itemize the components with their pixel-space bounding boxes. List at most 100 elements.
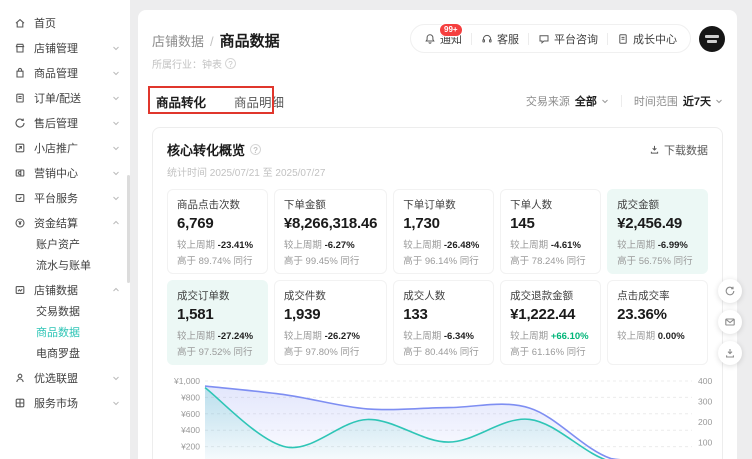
sidebar-item-label: 首页 xyxy=(34,15,120,31)
time-range-value[interactable]: 近7天 xyxy=(683,93,711,109)
sidebar-subitem-label: 商品数据 xyxy=(36,327,80,339)
trade-source-value[interactable]: 全部 xyxy=(575,93,597,109)
sidebar-item-shop-data[interactable]: 店铺数据 xyxy=(0,277,130,302)
stat-label: 商品点击次数 xyxy=(177,197,258,212)
breadcrumb-separator: / xyxy=(210,34,214,49)
stat-delta: 较上周期 -23.41% xyxy=(177,237,258,251)
sidebar-subitem-label: 电商罗盘 xyxy=(36,348,80,360)
sidebar-item-funds[interactable]: 资金结算 xyxy=(0,210,130,235)
tab-goods-conversion[interactable]: 商品转化 xyxy=(156,92,206,111)
platform-consult-button[interactable]: 平台咨询 xyxy=(529,31,607,47)
page-title: 商品数据 xyxy=(220,30,280,51)
stat-value: ¥8,266,318.46 xyxy=(284,215,377,232)
stat-card-deal-items[interactable]: 成交件数 1,939 较上周期 -26.27% 高于 97.80% 同行 xyxy=(274,280,387,365)
chevron-down-icon xyxy=(112,374,120,382)
stat-delta: 较上周期 -6.99% xyxy=(617,237,698,251)
stat-delta: 较上周期 +66.10% xyxy=(510,328,591,342)
chevron-down-icon[interactable] xyxy=(715,97,723,105)
notification-button[interactable]: 通知 99+ xyxy=(415,31,471,47)
sidebar-item-statements[interactable]: 流水与账单 xyxy=(0,256,130,277)
stat-value: 133 xyxy=(403,306,484,323)
avatar[interactable] xyxy=(699,26,725,52)
download-icon xyxy=(649,144,660,155)
sidebar-item-trade-data[interactable]: 交易数据 xyxy=(0,302,130,323)
stat-label: 点击成交率 xyxy=(617,288,698,303)
stat-delta: 较上周期 -4.61% xyxy=(510,237,591,251)
promotion-icon xyxy=(14,142,26,154)
data-icon xyxy=(14,284,26,296)
stat-card-order-count[interactable]: 下单订单数 1,730 较上周期 -26.48% 高于 96.14% 同行 xyxy=(393,189,494,274)
sidebar-item-marketing[interactable]: 营销中心 xyxy=(0,160,130,185)
growth-center-button[interactable]: 成长中心 xyxy=(608,31,686,47)
chevron-down-icon xyxy=(112,119,120,127)
info-icon[interactable] xyxy=(225,58,236,69)
stat-label: 成交退款金额 xyxy=(510,288,591,303)
tab-goods-detail[interactable]: 商品明细 xyxy=(234,92,284,111)
sidebar-item-service-market[interactable]: 服务市场 xyxy=(0,390,130,415)
sidebar-item-label: 服务市场 xyxy=(34,395,112,411)
sidebar-item-promotion[interactable]: 小店推广 xyxy=(0,135,130,160)
card-title-row: 核心转化概览 xyxy=(167,140,261,159)
chevron-down-icon xyxy=(112,169,120,177)
sidebar-item-platform-service[interactable]: 平台服务 xyxy=(0,185,130,210)
sidebar-item-label: 商品管理 xyxy=(34,65,112,81)
topbar: 通知 99+ 客服 平台咨询 成长中心 xyxy=(410,24,725,53)
card-header: 核心转化概览 下载数据 xyxy=(167,140,708,159)
sidebar-item-label: 平台服务 xyxy=(34,190,112,206)
funds-icon xyxy=(14,217,26,229)
order-icon xyxy=(14,92,26,104)
stat-card-deal-amount[interactable]: 成交金额 ¥2,456.49 较上周期 -6.99% 高于 56.75% 同行 xyxy=(607,189,708,274)
stat-card-deal-orders[interactable]: 成交订单数 1,581 较上周期 -27.24% 高于 97.52% 同行 xyxy=(167,280,268,365)
stat-peer: 高于 97.52% 同行 xyxy=(177,344,258,358)
stat-card-product-clicks[interactable]: 商品点击次数 6,769 较上周期 -23.41% 高于 89.74% 同行 xyxy=(167,189,268,274)
sidebar-item-label: 订单/配送 xyxy=(34,90,112,106)
stat-delta: 较上周期 -27.24% xyxy=(177,328,258,342)
stat-card-deal-users[interactable]: 成交人数 133 较上周期 -6.34% 高于 80.44% 同行 xyxy=(393,280,494,365)
sidebar-item-goods-manage[interactable]: 商品管理 xyxy=(0,60,130,85)
chevron-up-icon xyxy=(112,219,120,227)
stat-peer: 高于 61.16% 同行 xyxy=(510,344,591,358)
sidebar-item-aftersale[interactable]: 售后管理 xyxy=(0,110,130,135)
sidebar-item-compass[interactable]: 电商罗盘 xyxy=(0,344,130,365)
stat-card-order-amount[interactable]: 下单金额 ¥8,266,318.46 较上周期 -6.27% 高于 99.45%… xyxy=(274,189,387,274)
customer-service-label: 客服 xyxy=(497,31,519,47)
sidebar-item-shop-manage[interactable]: 店铺管理 xyxy=(0,35,130,60)
headset-icon xyxy=(481,33,493,45)
stats-grid: 商品点击次数 6,769 较上周期 -23.41% 高于 89.74% 同行 下… xyxy=(167,189,708,365)
sidebar-item-account-assets[interactable]: 账户资产 xyxy=(0,235,130,256)
export-button[interactable] xyxy=(718,341,742,365)
svg-text:¥200: ¥200 xyxy=(180,442,200,452)
svg-text:¥800: ¥800 xyxy=(180,392,200,402)
stat-value: 1,581 xyxy=(177,306,258,323)
time-range-label: 时间范围 xyxy=(634,93,678,109)
stat-delta: 较上周期 -26.27% xyxy=(284,328,377,342)
sidebar-item-orders[interactable]: 订单/配送 xyxy=(0,85,130,110)
stat-card-order-users[interactable]: 下单人数 145 较上周期 -4.61% 高于 78.24% 同行 xyxy=(500,189,601,274)
chevron-down-icon[interactable] xyxy=(601,97,609,105)
stat-label: 下单金额 xyxy=(284,197,377,212)
svg-text:400: 400 xyxy=(698,376,712,386)
refresh-button[interactable] xyxy=(718,279,742,303)
market-icon xyxy=(14,397,26,409)
download-data-button[interactable]: 下载数据 xyxy=(649,142,708,158)
sidebar-item-goods-data[interactable]: 商品数据 xyxy=(0,323,130,344)
core-conversion-card: 核心转化概览 下载数据 统计时间 2025/07/21 至 2025/07/27… xyxy=(152,127,723,459)
help-icon[interactable] xyxy=(250,144,261,155)
stat-delta: 较上周期 -26.48% xyxy=(403,237,484,251)
chevron-down-icon xyxy=(112,44,120,52)
customer-service-button[interactable]: 客服 xyxy=(472,31,528,47)
chevron-up-icon xyxy=(112,286,120,294)
sidebar-item-home[interactable]: 首页 xyxy=(0,10,130,35)
sidebar-scrollbar[interactable] xyxy=(127,175,130,283)
stat-card-refund-amount[interactable]: 成交退款金额 ¥1,222.44 较上周期 +66.10% 高于 61.16% … xyxy=(500,280,601,365)
industry-label: 所属行业：钟表 xyxy=(152,56,222,71)
line-chart[interactable]: ¥1,000¥800¥600¥400¥200¥04003002001000202… xyxy=(167,373,722,459)
bell-icon xyxy=(424,33,436,45)
sidebar-item-alliance[interactable]: 优选联盟 xyxy=(0,365,130,390)
sidebar-item-label: 营销中心 xyxy=(34,165,112,181)
stat-value: 145 xyxy=(510,215,591,232)
stat-card-click-conversion[interactable]: 点击成交率 23.36% 较上周期 0.00% xyxy=(607,280,708,365)
sidebar: 首页 店铺管理 商品管理 订单/配送 售后管理 小店推广 xyxy=(0,0,130,459)
breadcrumb-parent[interactable]: 店铺数据 xyxy=(152,31,204,50)
feedback-button[interactable] xyxy=(718,310,742,334)
